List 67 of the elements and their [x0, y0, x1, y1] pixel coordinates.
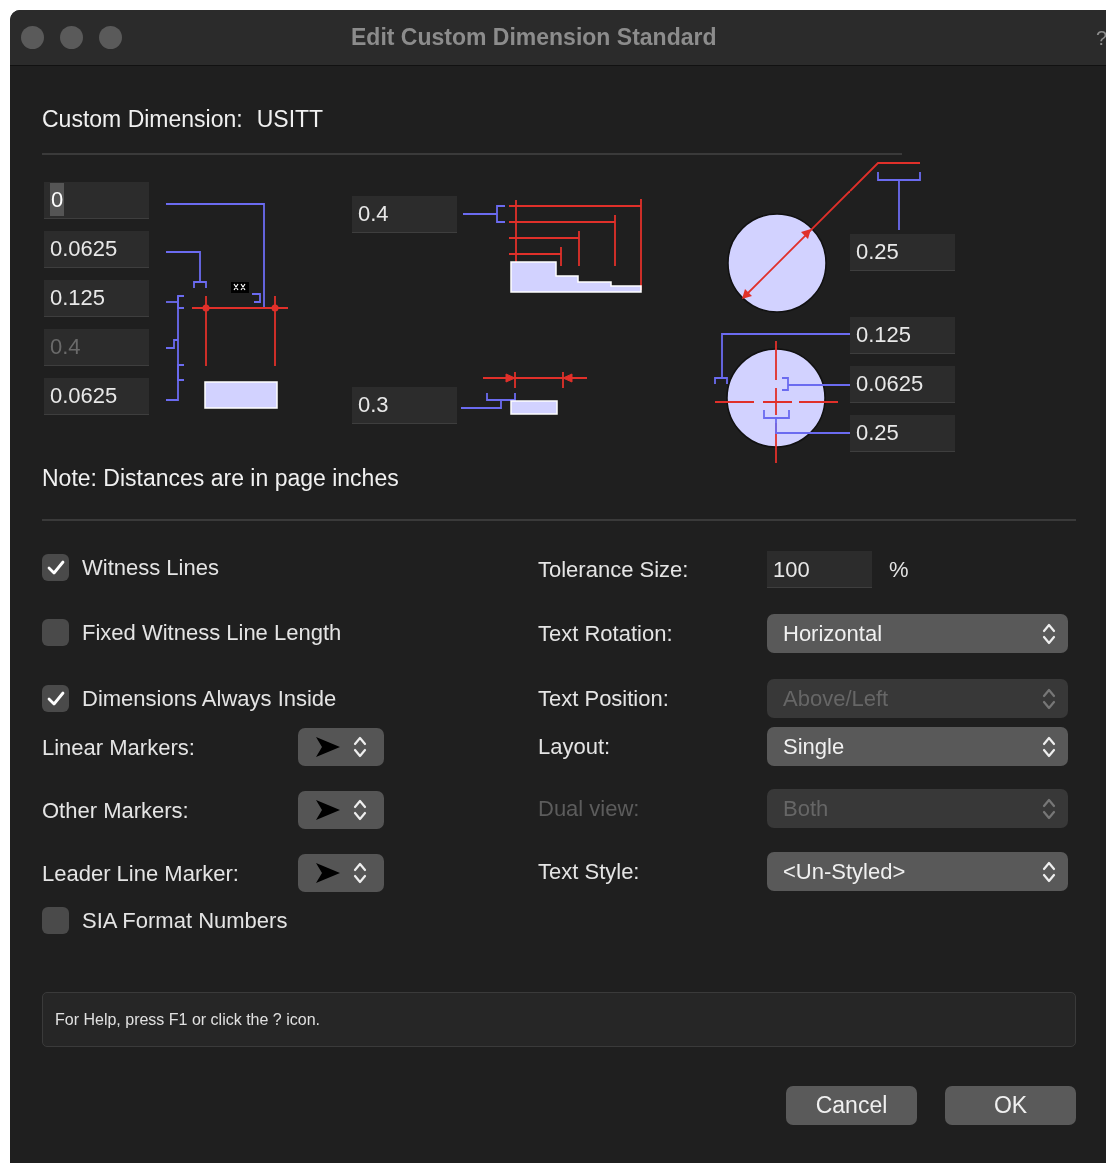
value-field[interactable]: 0.25 [850, 233, 955, 271]
field-value: 0.0625 [856, 370, 924, 398]
marker-label: Linear Markers: [42, 733, 196, 762]
marker-dropdown[interactable] [298, 791, 384, 829]
dialog-button[interactable]: OK [945, 1086, 1076, 1125]
custom-dimension-name: USITT [256, 105, 324, 134]
select-dropdown[interactable]: <Un-Styled> [767, 852, 1068, 891]
setting-label: Text Rotation: [538, 620, 674, 648]
value-field[interactable]: 0.25 [850, 414, 955, 452]
setting-label: Text Style: [538, 858, 641, 886]
up-down-chevron-icon [353, 735, 367, 759]
value-field[interactable]: 0.125 [44, 279, 149, 317]
field-value: 0.125 [50, 284, 106, 312]
checkbox[interactable] [42, 907, 69, 934]
checkbox-label: Fixed Witness Line Length [82, 619, 342, 647]
checkbox-label: SIA Format Numbers [82, 907, 288, 935]
value-field[interactable]: 0.3 [352, 386, 457, 424]
check-icon [46, 559, 65, 576]
value-field[interactable]: 0.0625 [44, 377, 149, 415]
checkbox-label: Dimensions Always Inside [82, 685, 337, 713]
field-value: 0.4 [358, 200, 389, 228]
select-dropdown[interactable]: Single [767, 727, 1068, 766]
checkbox[interactable] [42, 554, 69, 581]
checkbox[interactable] [42, 685, 69, 712]
field-value: 0.0625 [50, 382, 118, 410]
checkbox-label: Witness Lines [82, 554, 219, 582]
field-value: 0.25 [856, 238, 899, 266]
custom-dimension-label: Custom Dimension: [42, 105, 243, 134]
setting-label: Text Position: [538, 685, 670, 713]
note-text: Note: Distances are in page inches [42, 463, 400, 493]
marker-dropdown[interactable] [298, 728, 384, 766]
field-value: 0.3 [358, 391, 389, 419]
percent-unit: % [889, 556, 909, 584]
marker-label: Other Markers: [42, 796, 190, 825]
window-title: Edit Custom Dimension Standard [351, 23, 717, 53]
checkbox[interactable] [42, 619, 69, 646]
value-field[interactable]: 0.0625 [44, 230, 149, 268]
up-down-chevron-icon [1042, 796, 1056, 821]
value-field[interactable]: 0 [44, 181, 149, 219]
arrowhead-icon [315, 736, 341, 758]
tolerance-field[interactable]: 100 [767, 551, 872, 588]
up-down-chevron-icon [353, 861, 367, 885]
up-down-chevron-icon [1042, 859, 1056, 884]
value-field[interactable]: 0.0625 [850, 365, 955, 403]
arrowhead-icon [315, 862, 341, 884]
select-dropdown[interactable]: Horizontal [767, 614, 1068, 653]
setting-label: Layout: [538, 733, 612, 761]
up-down-chevron-icon [1042, 734, 1056, 759]
help-text: For Help, press F1 or click the ? icon. [55, 1009, 320, 1030]
value-field[interactable]: 0.4 [352, 195, 457, 233]
up-down-chevron-icon [1042, 621, 1056, 646]
setting-label: Tolerance Size: [538, 556, 690, 584]
field-value: 0.4 [50, 333, 81, 361]
field-value: 0.0625 [50, 235, 118, 263]
marker-label: Leader Line Marker: [42, 859, 240, 888]
field-value: 0.125 [856, 321, 912, 349]
setting-label: Dual view: [538, 795, 641, 823]
up-down-chevron-icon [353, 798, 367, 822]
field-value: 0 [50, 183, 65, 216]
field-value: 0.25 [856, 419, 899, 447]
help-icon[interactable]: ? [1096, 22, 1106, 53]
marker-dropdown[interactable] [298, 854, 384, 892]
value-field[interactable]: 0.125 [850, 316, 955, 354]
dialog-button[interactable]: Cancel [786, 1086, 917, 1125]
up-down-chevron-icon [1042, 686, 1056, 711]
check-icon [46, 690, 65, 707]
arrowhead-icon [315, 799, 341, 821]
